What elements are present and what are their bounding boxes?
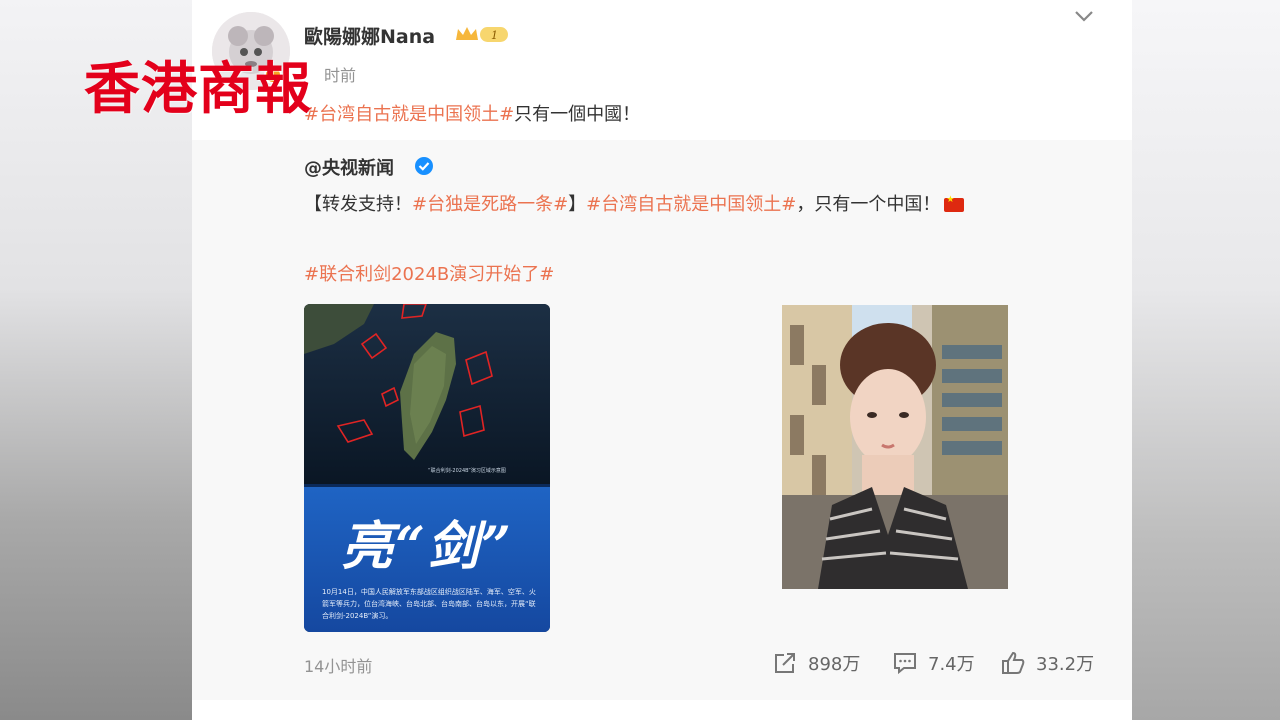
post-text: #台湾自古就是中国领土#只有一個中國！ [304, 100, 640, 126]
share-count: 898万 [808, 654, 861, 675]
repost-author[interactable]: @央视新闻 [304, 154, 394, 180]
chevron-down-icon[interactable] [1072, 8, 1096, 24]
like-icon [1002, 651, 1025, 674]
repost-hashtag-1[interactable]: #台独是死路一条# [412, 194, 568, 215]
portrait-photo[interactable] [782, 305, 1008, 589]
verified-icon [415, 157, 433, 175]
author-name[interactable]: 歐陽娜娜Nana [304, 22, 435, 49]
weibo-post-card: 歐陽娜娜Nana 1 时前 #台湾自古就是中国领土#只有一個中國！ @央视新闻 … [192, 0, 1132, 720]
repost-hashtag-3[interactable]: #联合利剑2024B演习开始了# [304, 264, 554, 285]
china-flag-icon [944, 195, 965, 212]
comment-count: 7.4万 [928, 654, 975, 675]
comment-icon [894, 653, 916, 675]
repost-hashtag-2[interactable]: #台湾自古就是中国领土# [586, 194, 796, 215]
banner-title: 亮“剑” [341, 516, 513, 577]
comment-button[interactable]: 7.4万 [892, 650, 975, 676]
military-drill-image[interactable]: “联合利剑-2024B”演习区域示意图 亮“剑” 10月14日，中国人民解放军东… [304, 304, 550, 632]
repost-tail: ，只有一个中国！ [796, 194, 941, 215]
background-right [1132, 0, 1280, 720]
share-button[interactable]: 898万 [772, 650, 860, 676]
post-hashtag[interactable]: #台湾自古就是中国领土# [304, 104, 514, 125]
watermark-logo: 香港商報 [84, 56, 312, 122]
banner-description: 10月14日，中国人民解放军东部战区组织战区陆军、海军、空军、火箭军等兵力，位台… [322, 588, 536, 620]
vip-crown-icon[interactable]: 1 [454, 24, 510, 44]
map-caption: “联合利剑-2024B”演习区域示意图 [428, 468, 506, 474]
vip-level: 1 [491, 29, 498, 42]
reposted-content: @央视新闻 【转发支持！#台独是死路一条#】#台湾自古就是中国领土#，只有一个中… [192, 140, 1132, 700]
post-body: 只有一個中國！ [514, 104, 641, 125]
post-time: 时前 [324, 66, 357, 85]
repost-prefix: 【转发支持！ [304, 194, 412, 215]
share-icon [775, 653, 795, 673]
drill-map-graphic [304, 304, 550, 632]
like-count: 33.2万 [1036, 654, 1095, 675]
repost-bracket: 】 [568, 194, 587, 215]
footer-time: 14小时前 [304, 657, 373, 676]
like-button[interactable]: 33.2万 [1000, 650, 1094, 676]
portrait-graphic [782, 305, 1008, 589]
repost-text: 【转发支持！#台独是死路一条#】#台湾自古就是中国领土#，只有一个中国！ [304, 190, 965, 216]
